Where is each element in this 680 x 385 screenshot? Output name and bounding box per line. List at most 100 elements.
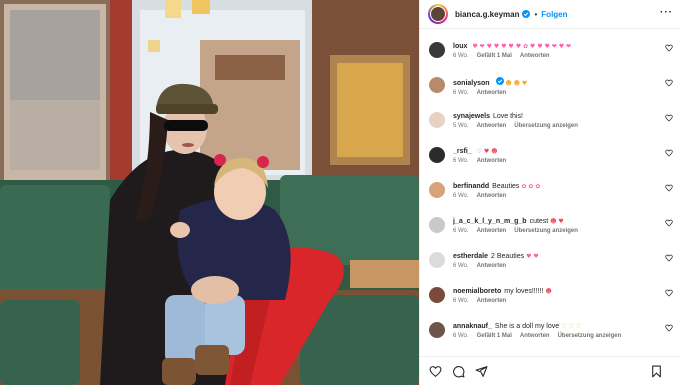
- commenter-username[interactable]: loux: [453, 43, 467, 50]
- author-avatar[interactable]: [428, 4, 448, 24]
- reply-button[interactable]: Antworten: [520, 333, 550, 339]
- comment-meta: 6 Wo. Antworten: [453, 158, 680, 164]
- reply-button[interactable]: Antworten: [477, 123, 507, 129]
- comment-meta: 6 Wo. Antworten: [453, 193, 680, 199]
- heart-icon[interactable]: [429, 365, 442, 378]
- reply-button[interactable]: Antworten: [477, 298, 507, 304]
- comment-item: synajewels Love this! 5 Wo. Antworten Übers…: [420, 99, 680, 134]
- comment-meta: 6 Wo. Gefällt 1 Mal Antworten Übersetzung a…: [453, 333, 680, 339]
- commenter-username[interactable]: j_a_c_k_l_y_n_m_g_b: [453, 218, 527, 225]
- author-avatar-image: [430, 6, 446, 22]
- comment-text-line: j_a_c_k_l_y_n_m_g_b cutest ☻ ♥: [453, 217, 680, 227]
- comment-icon[interactable]: [452, 365, 465, 378]
- comment-text-line: loux ♥ ❤ ♥ ♥ ♥ ♥ ♥ ✿ ♥ ♥ ♥ ❤ ♥ ❤: [453, 42, 680, 52]
- commenter-username[interactable]: sonialyson: [453, 80, 490, 87]
- comment-time: 6 Wo.: [453, 333, 469, 339]
- comment-emoji: ♥ ❤ ♥ ♥ ♥ ♥ ♥ ✿ ♥ ♥ ♥ ❤ ♥ ❤: [472, 43, 572, 50]
- verified-badge-icon: [522, 10, 531, 18]
- comment-text-line: _rsfi_ ♡ ♥ ☻: [453, 147, 680, 157]
- reply-button[interactable]: Antworten: [520, 53, 550, 59]
- comment-emoji: ☻ ♥: [550, 218, 564, 225]
- comment-heart-icon[interactable]: [665, 324, 673, 332]
- commenter-avatar[interactable]: [429, 182, 445, 198]
- comment-text-line: annaknauf_ She is a doll my love ♡ ♡ ♡: [453, 322, 680, 332]
- commenter-username[interactable]: _rsfi_: [453, 148, 472, 155]
- comment-heart-icon[interactable]: [665, 219, 673, 227]
- translate-button[interactable]: Übersetzung anzeigen: [558, 333, 622, 339]
- comment-item: estherdale 2 Beauties ♥ ♥ 6 Wo. Antworten: [420, 239, 680, 274]
- translate-button[interactable]: Übersetzung anzeigen: [514, 123, 578, 129]
- comment-time: 6 Wo.: [453, 298, 469, 304]
- comment-heart-icon[interactable]: [665, 79, 673, 87]
- reply-button[interactable]: Antworten: [477, 90, 507, 96]
- comment-item: sonialyson ☻ ☻ ♥ 6 Wo. Antworten: [420, 64, 680, 99]
- follow-button[interactable]: Folgen: [541, 10, 567, 19]
- comment-item: noemialboreto my loves!!!!!! ☻ 6 Wo. Antwo…: [420, 274, 680, 309]
- reply-button[interactable]: Antworten: [477, 228, 507, 234]
- verified-badge-icon: [495, 77, 504, 85]
- comment-text: 2 Beauties: [491, 253, 525, 260]
- comment-likes[interactable]: Gefällt 1 Mal: [477, 333, 512, 339]
- post-photo[interactable]: [0, 0, 419, 385]
- comment-text-line: berfinandd Beauties ✿ ✿ ✿: [453, 182, 680, 192]
- commenter-avatar[interactable]: [429, 112, 445, 128]
- commenter-username[interactable]: annaknauf_: [453, 323, 492, 330]
- translate-button[interactable]: Übersetzung anzeigen: [514, 228, 578, 234]
- reply-button[interactable]: Antworten: [477, 263, 507, 269]
- commenter-username[interactable]: noemialboreto: [453, 288, 501, 295]
- comment-emoji: ✿ ✿ ✿: [521, 183, 541, 190]
- comment-text: my loves!!!!!!: [504, 288, 544, 295]
- comment-text-line: sonialyson ☻ ☻ ♥: [453, 77, 680, 89]
- commenter-avatar[interactable]: [429, 217, 445, 233]
- action-bar: [420, 356, 680, 385]
- comment-heart-icon[interactable]: [665, 184, 673, 192]
- comment-emoji: ♡ ♡ ♡: [561, 323, 582, 330]
- commenter-avatar[interactable]: [429, 287, 445, 303]
- post-header: bianca.g.keyman • Folgen ···: [420, 0, 680, 29]
- post-photo-illustration: [0, 0, 419, 385]
- comment-meta: 6 Wo. Antworten: [453, 263, 680, 269]
- comment-meta: 6 Wo. Antworten: [453, 90, 680, 96]
- comment-emoji: ♡ ♥ ☻: [476, 148, 498, 155]
- comment-heart-icon[interactable]: [665, 289, 673, 297]
- comment-meta: 6 Wo. Antworten Übersetzung anzeigen: [453, 228, 680, 234]
- share-icon[interactable]: [475, 365, 488, 378]
- comment-time: 5 Wo.: [453, 123, 469, 129]
- commenter-avatar[interactable]: [429, 42, 445, 58]
- comments-panel: bianca.g.keyman • Folgen ··· loux ♥ ❤ ♥ …: [419, 0, 680, 385]
- comment-heart-icon[interactable]: [665, 44, 673, 52]
- commenter-avatar[interactable]: [429, 77, 445, 93]
- commenter-username[interactable]: berfinandd: [453, 183, 489, 190]
- commenter-avatar[interactable]: [429, 322, 445, 338]
- commenter-username[interactable]: estherdale: [453, 253, 488, 260]
- comment-meta: 6 Wo. Gefällt 1 Mal Antworten: [453, 53, 680, 59]
- commenter-username[interactable]: synajewels: [453, 113, 490, 120]
- author-username[interactable]: bianca.g.keyman: [455, 10, 519, 19]
- comment-text: cutest: [529, 218, 549, 225]
- comment-time: 6 Wo.: [453, 53, 469, 59]
- comment-item: _rsfi_ ♡ ♥ ☻ 6 Wo. Antworten: [420, 134, 680, 169]
- reply-button[interactable]: Antworten: [477, 158, 507, 164]
- comment-meta: 5 Wo. Antworten Übersetzung anzeigen: [453, 123, 680, 129]
- comment-text-line: noemialboreto my loves!!!!!! ☻: [453, 287, 680, 297]
- comment-meta: 6 Wo. Antworten: [453, 298, 680, 304]
- comment-time: 6 Wo.: [453, 158, 469, 164]
- comment-heart-icon[interactable]: [665, 149, 673, 157]
- comment-text-line: estherdale 2 Beauties ♥ ♥: [453, 252, 680, 262]
- commenter-avatar[interactable]: [429, 147, 445, 163]
- bookmark-icon[interactable]: [650, 365, 663, 378]
- comment-emoji: ☻ ☻ ♥: [505, 80, 528, 87]
- comment-list[interactable]: loux ♥ ❤ ♥ ♥ ♥ ♥ ♥ ✿ ♥ ♥ ♥ ❤ ♥ ❤ 6 Wo. Ge…: [420, 29, 680, 356]
- commenter-avatar[interactable]: [429, 252, 445, 268]
- comment-likes[interactable]: Gefällt 1 Mal: [477, 53, 512, 59]
- comment-item: berfinandd Beauties ✿ ✿ ✿ 6 Wo. Antworten: [420, 169, 680, 204]
- comment-item: j_a_c_k_l_y_n_m_g_b cutest ☻ ♥ 6 Wo. Antwo…: [420, 204, 680, 239]
- comment-heart-icon[interactable]: [665, 254, 673, 262]
- comment-text: Love this!: [492, 113, 523, 120]
- comment-heart-icon[interactable]: [665, 114, 673, 122]
- comment-time: 6 Wo.: [453, 263, 469, 269]
- more-options-icon[interactable]: ···: [660, 8, 673, 18]
- reply-button[interactable]: Antworten: [477, 193, 507, 199]
- comment-emoji: ♥ ♥: [526, 253, 539, 260]
- comment-time: 6 Wo.: [453, 193, 469, 199]
